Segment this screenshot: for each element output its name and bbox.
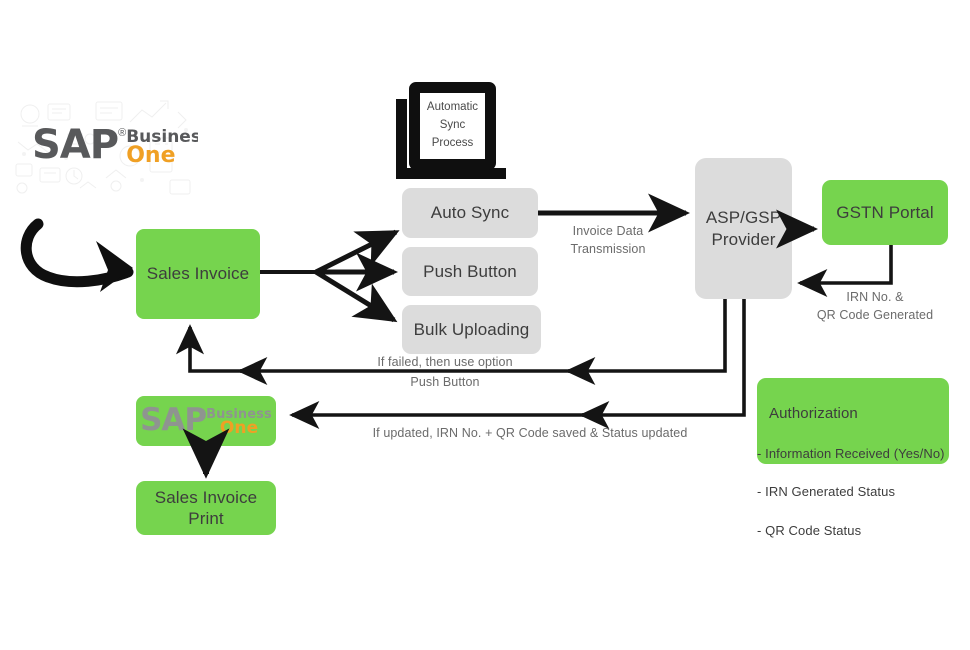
- logo-one-text: One: [126, 143, 176, 168]
- entry-arrow-icon: [20, 218, 134, 292]
- asp-gsp-provider-node[interactable]: ASP/GSP Provider: [695, 158, 792, 299]
- logo-sap-text: SAP: [32, 122, 119, 168]
- edge-label-push-button: Push Button: [410, 375, 480, 389]
- edge-label-invoice-data-transmission: Invoice Data Transmission: [570, 224, 646, 257]
- bulk-uploading-node[interactable]: Bulk Uploading: [402, 305, 541, 354]
- sap-node-wordmark: SAP Business One: [140, 401, 272, 438]
- sap-business-one-logo-watermark: SAP ® Business One: [10, 92, 198, 204]
- sales-invoice-print-node[interactable]: Sales Invoice Print: [136, 481, 276, 535]
- authorization-node[interactable]: Authorization - Information Received (Ye…: [757, 378, 949, 538]
- edge-label-if-failed: If failed, then use option: [377, 355, 513, 369]
- sales-invoice-node[interactable]: Sales Invoice: [136, 229, 260, 319]
- automatic-sync-process-label: Automatic Sync Process: [418, 91, 487, 161]
- authorization-item-information-received: - Information Received (Yes/No): [757, 445, 945, 461]
- edge-label-irn-qr-generated: IRN No. & QR Code Generated: [816, 290, 934, 323]
- sap-business-one-node[interactable]: SAP Business One: [136, 396, 276, 446]
- diagram-canvas: SAP ® Business One Automatic Sync Proces…: [0, 0, 970, 650]
- edge-sales-invoice-to-auto-sync: [314, 229, 400, 275]
- auto-sync-node[interactable]: Auto Sync: [402, 188, 538, 238]
- automatic-sync-process-node: Automatic Sync Process: [409, 82, 496, 170]
- sap-node-sap-text: SAP: [140, 401, 207, 438]
- push-button-node[interactable]: Push Button: [402, 247, 538, 296]
- gstn-portal-node[interactable]: GSTN Portal: [822, 180, 948, 245]
- authorization-item-qr-code-status: - QR Code Status: [757, 522, 862, 538]
- sap-node-one-text: One: [219, 417, 259, 438]
- authorization-title: Authorization: [769, 405, 858, 422]
- logo-registered-icon: ®: [118, 127, 127, 139]
- edge-gstn-portal-to-asp-gsp: [797, 245, 893, 298]
- logo-wordmark: SAP ® Business One: [32, 122, 198, 168]
- edge-label-if-updated: If updated, IRN No. + QR Code saved & St…: [372, 426, 688, 440]
- authorization-item-irn-generated-status: - IRN Generated Status: [757, 484, 896, 500]
- edge-sales-invoice-to-bulk-uploading: [314, 269, 398, 323]
